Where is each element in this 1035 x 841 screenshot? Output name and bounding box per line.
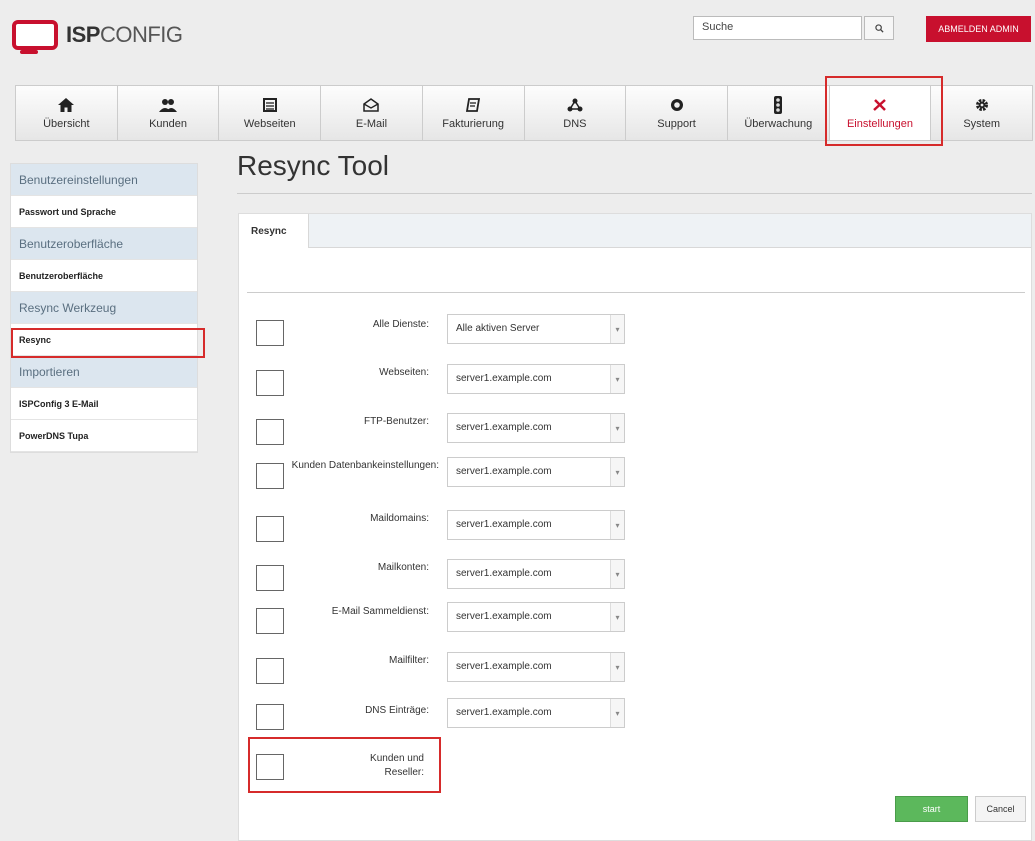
gear-icon (975, 96, 989, 114)
label-databases: Kunden Datenbankeinstellungen: (291, 460, 439, 471)
divider (237, 193, 1032, 194)
traffic-light-icon (774, 96, 783, 114)
logo[interactable]: ISPCONFIG (12, 20, 183, 54)
checkbox-maildomains[interactable] (256, 516, 284, 542)
nav-system[interactable]: System (931, 86, 1033, 140)
form-row-websites: Webseiten: server1.example.com ▾ (239, 364, 1031, 406)
select-websites[interactable]: server1.example.com ▾ (447, 364, 625, 394)
sidebar-section-user-settings: Benutzereinstellungen (11, 164, 197, 196)
chevron-down-icon: ▾ (610, 511, 624, 539)
nav-overview[interactable]: Übersicht (16, 86, 118, 140)
tab-resync[interactable]: Resync (239, 214, 309, 248)
invoice-icon (466, 96, 481, 114)
start-button[interactable]: start (895, 796, 968, 822)
home-icon (58, 96, 75, 114)
nav-invoicing[interactable]: Fakturierung (422, 86, 525, 140)
chevron-down-icon: ▾ (610, 458, 624, 486)
sidebar-item-powerdns[interactable]: PowerDNS Tupa (11, 420, 197, 452)
nav-email[interactable]: E-Mail (321, 86, 423, 140)
nav-settings[interactable]: Einstellungen (829, 86, 932, 140)
select-databases[interactable]: server1.example.com ▾ (447, 457, 625, 487)
chevron-down-icon: ▾ (610, 315, 624, 343)
label-ftp-users: FTP-Benutzer: (363, 416, 429, 427)
sidebar-section-resync: Resync Werkzeug (11, 292, 197, 324)
window-icon (262, 96, 277, 114)
chevron-down-icon: ▾ (610, 653, 624, 681)
sidebar-item-password-language[interactable]: Passwort und Sprache (11, 196, 197, 228)
checkbox-customers-resellers[interactable] (256, 754, 284, 780)
form-row-mailfilter: Mailfilter: server1.example.com ▾ (239, 652, 1031, 694)
label-mailfilter: Mailfilter: (388, 655, 429, 666)
form-row-dns-records: DNS Einträge: server1.example.com ▾ (239, 698, 1031, 740)
label-maildomains: Maildomains: (370, 513, 429, 524)
search-button[interactable] (864, 16, 894, 40)
chevron-down-icon: ▾ (610, 414, 624, 442)
form-row-maildomains: Maildomains: server1.example.com ▾ (239, 510, 1031, 552)
logo-monitor-icon (12, 20, 58, 54)
network-icon (567, 96, 583, 114)
divider (247, 292, 1025, 293)
chevron-down-icon: ▾ (610, 699, 624, 727)
form-row-ftp-users: FTP-Benutzer: server1.example.com ▾ (239, 413, 1031, 455)
select-all-services[interactable]: Alle aktiven Server ▾ (447, 314, 625, 344)
search-icon (874, 23, 884, 33)
checkbox-mail-fetcher[interactable] (256, 608, 284, 634)
select-maildomains[interactable]: server1.example.com ▾ (447, 510, 625, 540)
chevron-down-icon: ▾ (610, 603, 624, 631)
select-mailboxes[interactable]: server1.example.com ▾ (447, 559, 625, 589)
checkbox-ftp-users[interactable] (256, 419, 284, 445)
nav-monitoring[interactable]: Überwachung (727, 86, 830, 140)
form-row-customers-resellers: Kunden und Reseller: (239, 744, 1031, 786)
resync-form-panel: Resync Alle Dienste: Alle aktiven Server… (238, 213, 1032, 841)
sidebar-item-interface[interactable]: Benutzeroberfläche (11, 260, 197, 292)
sidebar-section-interface: Benutzeroberfläche (11, 228, 197, 260)
form-row-all-services: Alle Dienste: Alle aktiven Server ▾ (239, 314, 1031, 356)
chevron-down-icon: ▾ (610, 365, 624, 393)
logout-button[interactable]: ABMELDEN ADMIN (926, 16, 1031, 42)
select-dns-records[interactable]: server1.example.com ▾ (447, 698, 625, 728)
select-mail-fetcher[interactable]: server1.example.com ▾ (447, 602, 625, 632)
label-mail-fetcher: E-Mail Sammeldienst: (331, 606, 429, 617)
label-websites: Webseiten: (379, 367, 429, 378)
checkbox-dns-records[interactable] (256, 704, 284, 730)
mail-icon (363, 96, 380, 114)
select-ftp-users[interactable]: server1.example.com ▾ (447, 413, 625, 443)
select-mailfilter[interactable]: server1.example.com ▾ (447, 652, 625, 682)
sidebar-section-import: Importieren (11, 356, 197, 388)
nav-support[interactable]: Support (626, 86, 728, 140)
checkbox-mailboxes[interactable] (256, 565, 284, 591)
label-dns-records: DNS Einträge: (365, 705, 429, 716)
sidebar-item-resync[interactable]: Resync (11, 324, 197, 356)
main-nav: Übersicht Kunden Webseiten E-Mail Faktur… (15, 85, 1033, 141)
search-input[interactable]: Suche (693, 16, 862, 40)
sidebar-item-ispconfig-email[interactable]: ISPConfig 3 E-Mail (11, 388, 197, 420)
lifebuoy-icon (670, 96, 684, 114)
nav-websites[interactable]: Webseiten (219, 86, 322, 140)
checkbox-websites[interactable] (256, 370, 284, 396)
page-title: Resync Tool (237, 150, 390, 181)
label-mailboxes: Mailkonten: (377, 562, 429, 573)
users-icon (159, 96, 178, 114)
tools-icon (872, 96, 888, 114)
nav-dns[interactable]: DNS (524, 86, 627, 140)
sidebar: Benutzereinstellungen Passwort und Sprac… (10, 163, 198, 453)
label-all-services: Alle Dienste: (372, 319, 429, 330)
form-row-databases: Kunden Datenbankeinstellungen: server1.e… (239, 457, 1031, 499)
chevron-down-icon: ▾ (610, 560, 624, 588)
form-row-mail-fetcher: E-Mail Sammeldienst: server1.example.com… (239, 602, 1031, 644)
header: ISPCONFIG Suche ABMELDEN ADMIN (0, 0, 1035, 70)
tab-bar: Resync (239, 214, 1031, 248)
nav-customers[interactable]: Kunden (117, 86, 220, 140)
cancel-button[interactable]: Cancel (975, 796, 1026, 822)
checkbox-mailfilter[interactable] (256, 658, 284, 684)
checkbox-all-services[interactable] (256, 320, 284, 346)
checkbox-databases[interactable] (256, 463, 284, 489)
label-customers-resellers: Kunden und Reseller: (370, 753, 424, 778)
form-row-mailboxes: Mailkonten: server1.example.com ▾ (239, 559, 1031, 601)
